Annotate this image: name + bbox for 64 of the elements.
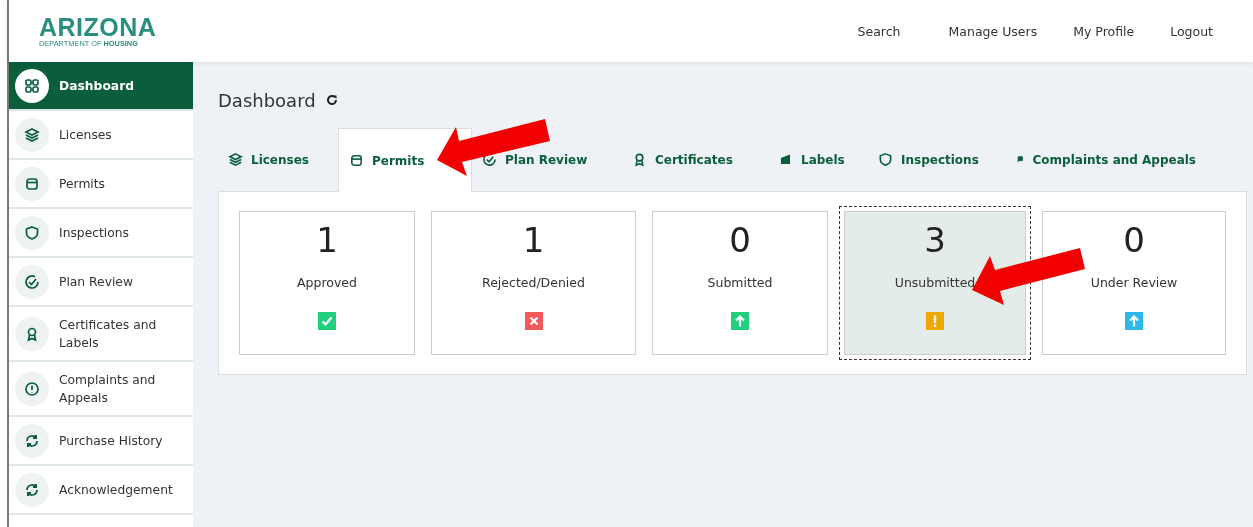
- sidebar-label: Dashboard: [59, 77, 135, 95]
- status-label: Rejected/Denied: [482, 275, 585, 290]
- alert-circle-icon: [24, 380, 40, 397]
- check-circle-icon: [24, 273, 40, 290]
- tab[interactable]: Plan Review: [472, 128, 622, 191]
- tab[interactable]: Complaints and Appeals: [1006, 128, 1196, 191]
- exclamation-icon: [926, 312, 944, 330]
- status-count: 0: [729, 220, 751, 260]
- sidebar-item[interactable]: Dashboard: [9, 62, 193, 111]
- up-arrow-icon: [731, 312, 749, 330]
- tab[interactable]: Permits: [338, 128, 472, 192]
- sidebar-item[interactable]: Purchase History: [9, 417, 193, 466]
- sidebar-item[interactable]: Inspections: [9, 209, 193, 258]
- refresh-icon[interactable]: [325, 94, 338, 106]
- layers-icon: [228, 152, 243, 167]
- status-label: Under Review: [1090, 275, 1178, 290]
- nav-link[interactable]: My Profile: [1055, 23, 1153, 39]
- status-label: Submitted: [707, 275, 773, 290]
- page-title: Dashboard: [218, 89, 316, 111]
- nav-link[interactable]: Manage Users: [930, 23, 1056, 39]
- status-count: 0: [1123, 220, 1145, 260]
- tab[interactable]: Labels: [768, 128, 868, 191]
- status-card[interactable]: 0 Under Review: [1042, 211, 1226, 355]
- sidebar-item[interactable]: Complaints and Appeals: [9, 362, 193, 417]
- sidebar-item[interactable]: Licenses: [9, 111, 193, 160]
- shield-icon: [878, 152, 893, 167]
- up-arrow-icon: [1125, 312, 1143, 330]
- logo-wordmark: ARIZONA: [39, 14, 157, 39]
- nav-link[interactable]: Logout: [1152, 23, 1231, 39]
- status-label: Unsubmitted: [894, 275, 976, 290]
- status-count: 1: [522, 220, 545, 260]
- tab[interactable]: Certificates: [622, 128, 768, 191]
- sidebar-item[interactable]: Acknowledgement: [9, 466, 193, 515]
- status-card[interactable]: 0 Submitted: [652, 211, 828, 355]
- sidebar-label: Complaints and Appeals: [59, 371, 157, 407]
- close-icon: [524, 312, 543, 330]
- refresh-icon: [24, 432, 40, 449]
- status-count: 1: [316, 220, 338, 260]
- sidebar-item[interactable]: Certificates and Labels: [9, 307, 193, 362]
- sidebar-label: Permits: [59, 175, 106, 193]
- tab[interactable]: Licenses: [218, 128, 338, 191]
- sidebar-label: Acknowledgement: [59, 481, 174, 499]
- tab[interactable]: Inspections: [868, 128, 1006, 191]
- tag-icon: [778, 152, 793, 167]
- shield-icon: [24, 224, 40, 241]
- box-icon: [349, 153, 364, 168]
- sidebar-item[interactable]: Permits: [9, 160, 193, 209]
- status-card[interactable]: 1 Rejected/Denied: [431, 211, 636, 355]
- refresh-icon: [24, 481, 40, 498]
- check-icon: [318, 312, 336, 330]
- status-card[interactable]: 1 Approved: [239, 211, 415, 355]
- sidebar-label: Plan Review: [59, 273, 134, 291]
- nav-link[interactable]: Search: [839, 23, 919, 39]
- sidebar-item[interactable]: Plan Review: [9, 258, 193, 307]
- status-label: Approved: [297, 275, 357, 290]
- sidebar-label: Inspections: [59, 224, 130, 242]
- sidebar-label: Certificates and Labels: [59, 316, 158, 352]
- status-count: 3: [924, 220, 946, 260]
- sidebar-label: Licenses: [59, 126, 113, 144]
- box-icon: [24, 175, 40, 192]
- ribbon-icon: [632, 152, 647, 167]
- sidebar-label: Purchase History: [59, 432, 164, 450]
- layers-icon: [24, 126, 40, 143]
- grid-icon: [24, 77, 40, 94]
